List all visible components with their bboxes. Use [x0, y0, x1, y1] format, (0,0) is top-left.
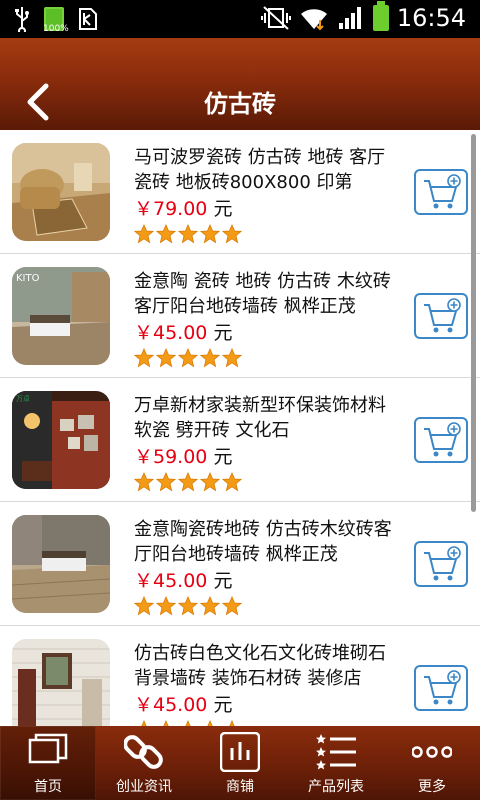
star-icon — [200, 472, 220, 492]
star-icon — [134, 348, 154, 368]
star-icon — [156, 224, 176, 244]
star-icon — [156, 472, 176, 492]
nav-item-product-list[interactable]: 产品列表 — [288, 726, 384, 800]
usb-icon — [15, 7, 29, 32]
status-right-icons: 16:54 — [260, 1, 466, 32]
price-unit: 元 — [213, 446, 233, 468]
nav-label: 更多 — [418, 779, 446, 795]
nav-label: 商铺 — [226, 779, 254, 795]
price-unit: 元 — [213, 198, 233, 220]
nav-item-shops[interactable]: 商铺 — [192, 726, 288, 800]
title-bar: 仿古砖 — [0, 38, 480, 130]
product-price: ￥45.00 — [134, 694, 208, 716]
wifi-icon — [300, 9, 327, 31]
add-to-cart-button[interactable] — [414, 665, 468, 711]
star-icon — [222, 472, 242, 492]
product-name[interactable]: 金意陶瓷砖地砖 仿古砖木纹砖客厅阳台地砖墙砖 枫桦正茂 — [134, 517, 394, 567]
nav-item-startup-news[interactable]: 创业资讯 — [96, 726, 192, 800]
price-unit: 元 — [213, 694, 233, 716]
product-name[interactable]: 金意陶 瓷砖 地砖 仿古砖 木纹砖 客厅阳台地砖墙砖 枫桦正茂 — [134, 269, 394, 319]
more-dots-icon — [412, 746, 452, 758]
product-price-line: ￥59.00 元 — [134, 442, 232, 469]
price-unit: 元 — [213, 570, 233, 592]
list-scrollbar[interactable] — [471, 134, 476, 512]
product-price: ￥59.00 — [134, 446, 208, 468]
product-price-line: ￥45.00 元 — [134, 566, 232, 593]
rating-stars — [134, 596, 242, 616]
cart-icon — [424, 422, 461, 457]
star-icon — [222, 596, 242, 616]
product-thumbnail[interactable] — [12, 515, 110, 613]
add-to-cart-button[interactable] — [414, 169, 468, 215]
star-icon — [222, 224, 242, 244]
cart-icon — [424, 298, 461, 333]
product-price-line: ￥45.00 元 — [134, 690, 232, 717]
product-thumbnail[interactable] — [12, 143, 110, 241]
cart-icon — [424, 670, 461, 705]
product-row[interactable]: 马可波罗瓷砖 仿古砖 地砖 客厅瓷砖 地板砖800X800 印第 ￥79.00 … — [0, 130, 480, 254]
star-icon — [200, 348, 220, 368]
star-icon — [134, 224, 154, 244]
star-icon — [134, 472, 154, 492]
product-thumbnail[interactable]: 万卓 — [12, 391, 110, 489]
product-price-line: ￥45.00 元 — [134, 318, 232, 345]
status-left-icons: 100% — [14, 6, 98, 34]
product-row[interactable]: 仿古砖白色文化石文化砖堆砌石背景墙砖 装饰石材砖 装修店 ￥45.00 元 — [0, 626, 480, 726]
battery-mini-label: 100% — [43, 24, 69, 34]
link-icon — [124, 735, 163, 769]
product-price-line: ￥79.00 元 — [134, 194, 232, 221]
product-price: ￥45.00 — [134, 322, 208, 344]
product-name[interactable]: 万卓新材家装新型环保装饰材料软瓷 劈开砖 文化石 — [134, 393, 394, 443]
signal-icon — [338, 7, 361, 29]
nav-label: 首页 — [34, 779, 62, 795]
product-thumbnail[interactable] — [12, 639, 110, 726]
svg-text:KITO: KITO — [16, 273, 40, 284]
product-row[interactable]: 金意陶瓷砖地砖 仿古砖木纹砖客厅阳台地砖墙砖 枫桦正茂 ￥45.00 元 — [0, 502, 480, 626]
battery-icon — [372, 1, 389, 31]
star-icon — [134, 596, 154, 616]
star-icon — [200, 596, 220, 616]
star-icon — [200, 224, 220, 244]
nav-label: 产品列表 — [308, 779, 364, 795]
battery-mini-icon: 100% — [43, 7, 69, 34]
star-icon — [222, 348, 242, 368]
product-thumbnail[interactable]: KITO — [12, 267, 110, 365]
product-price: ￥45.00 — [134, 570, 208, 592]
cart-icon — [424, 546, 461, 581]
star-icon — [178, 472, 198, 492]
vibrate-off-icon — [260, 6, 291, 30]
nav-item-more[interactable]: 更多 — [384, 726, 480, 800]
add-to-cart-button[interactable] — [414, 417, 468, 463]
home-windows-icon — [28, 733, 68, 764]
product-name[interactable]: 马可波罗瓷砖 仿古砖 地砖 客厅瓷砖 地板砖800X800 印第 — [134, 145, 394, 195]
cart-icon — [424, 174, 461, 209]
product-row[interactable]: KITO 金意陶 瓷砖 地砖 仿古砖 木纹砖 客厅阳台地砖墙砖 枫桦正茂 ￥45… — [0, 254, 480, 378]
status-clock: 16:54 — [396, 4, 466, 32]
rating-stars — [134, 224, 242, 244]
add-to-cart-button[interactable] — [414, 541, 468, 587]
product-name[interactable]: 仿古砖白色文化石文化砖堆砌石背景墙砖 装饰石材砖 装修店 — [134, 641, 394, 691]
star-icon — [178, 224, 198, 244]
status-bar: 100% 16:54 — [0, 0, 480, 38]
rating-stars — [134, 348, 242, 368]
price-unit: 元 — [213, 322, 233, 344]
add-to-cart-button[interactable] — [414, 293, 468, 339]
bar-chart-icon — [220, 732, 260, 772]
bottom-nav: 首页 创业资讯 商铺 产品列表 更多 — [0, 726, 480, 800]
product-list[interactable]: 马可波罗瓷砖 仿古砖 地砖 客厅瓷砖 地板砖800X800 印第 ￥79.00 … — [0, 130, 480, 726]
product-row[interactable]: 万卓 万卓新材家装新型环保装饰材料软瓷 劈开砖 文化石 ￥59.00 元 — [0, 378, 480, 502]
nav-label: 创业资讯 — [116, 779, 172, 795]
rating-stars — [134, 472, 242, 492]
page-title: 仿古砖 — [204, 90, 276, 118]
star-icon — [178, 348, 198, 368]
star-list-icon — [316, 734, 356, 770]
sd-card-icon — [79, 8, 97, 30]
star-icon — [156, 348, 176, 368]
star-icon — [178, 596, 198, 616]
star-icon — [156, 596, 176, 616]
svg-text:万卓: 万卓 — [16, 394, 30, 403]
nav-item-home[interactable]: 首页 — [0, 726, 96, 800]
product-price: ￥79.00 — [134, 198, 208, 220]
